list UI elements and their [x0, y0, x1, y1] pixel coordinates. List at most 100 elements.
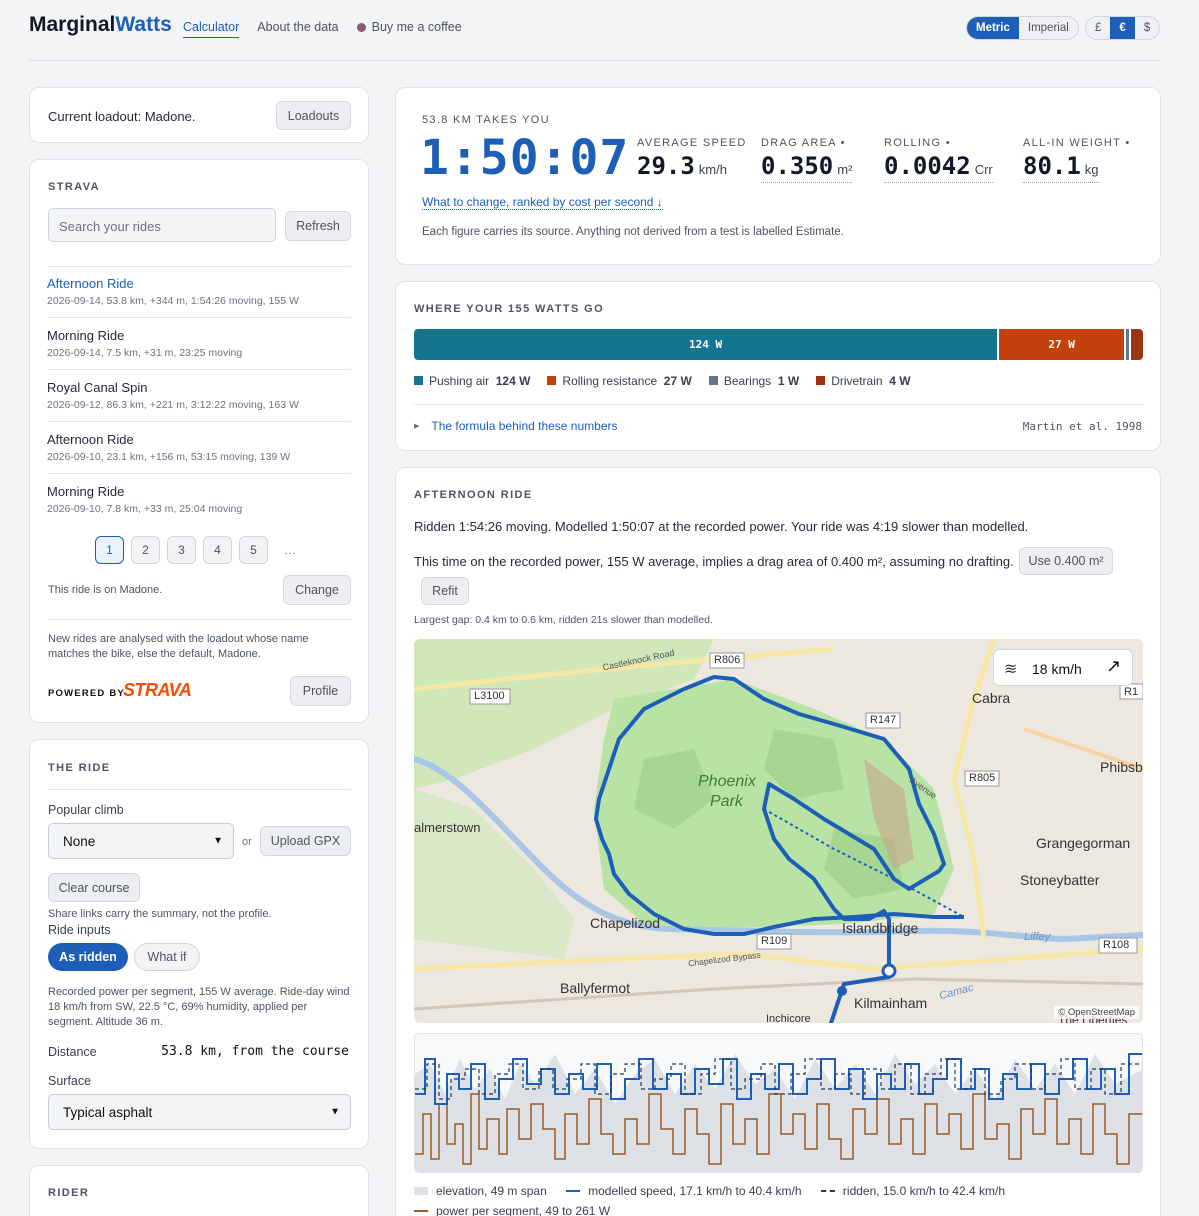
rolling-label: ROLLING •	[884, 137, 951, 149]
ride-list-item[interactable]: Afternoon Ride 2026-09-14, 53.8 km, +344…	[47, 276, 350, 307]
drag-area-value[interactable]: 0.350 m²	[761, 152, 853, 183]
strava-card: STRAVA Search your rides Refresh Afterno…	[29, 159, 369, 723]
currency-eur[interactable]: €	[1110, 17, 1135, 39]
ride-list-item[interactable]: Afternoon Ride 2026-09-10, 23.1 km, +156…	[47, 432, 350, 463]
loadout-card: Current loadout: Madone. Loadouts	[29, 87, 369, 143]
map-label: Cabra	[972, 690, 1011, 706]
map-label: Stoneybatter	[1020, 872, 1100, 888]
what-if-toggle[interactable]: What if	[134, 943, 200, 971]
use-drag-area-button[interactable]: Use 0.400 m²	[1019, 547, 1113, 575]
wind-speed: 18 km/h	[1032, 661, 1082, 677]
weight-value[interactable]: 80.1 kg	[1023, 152, 1099, 183]
watts-segment: 124 W	[414, 329, 998, 360]
drag-implication: This time on the recorded power, 155 W a…	[414, 554, 1014, 569]
map-attribution[interactable]: © OpenStreetMap	[1054, 1006, 1139, 1019]
formula-toggle[interactable]: ▶ The formula behind these numbers	[414, 419, 618, 433]
map-label: Islandbridge	[842, 920, 919, 936]
upload-gpx-button[interactable]: Upload GPX	[260, 826, 351, 856]
ride-heading: THE RIDE	[48, 762, 111, 774]
share-note: Share links carry the summary, not the p…	[48, 908, 272, 920]
page-2-button[interactable]: 2	[131, 536, 160, 564]
nav-calculator[interactable]: Calculator	[183, 20, 240, 38]
rider-heading: RIDER	[48, 1187, 90, 1199]
summary-card: 53.8 KM TAKES YOU 1:50:07 AVERAGE SPEED …	[395, 87, 1161, 265]
page-3-button[interactable]: 3	[167, 536, 196, 564]
map-label: Grangegorman	[1036, 835, 1131, 851]
page-4-button[interactable]: 4	[203, 536, 232, 564]
watts-card: WHERE YOUR 155 WATTS GO 124 W 27 W Pushin…	[395, 281, 1161, 451]
refresh-button[interactable]: Refresh	[285, 211, 351, 241]
map-label: Park	[710, 793, 743, 810]
climb-label: Popular climb	[48, 803, 124, 817]
ride-bike-note: This ride is on Madone.	[48, 584, 163, 596]
profile-svg	[415, 1053, 1142, 1172]
route-map[interactable]: Castleknock Road R806 L3100 Cabra R147 P…	[414, 639, 1143, 1023]
map-canvas	[414, 639, 1143, 1023]
unit-imperial[interactable]: Imperial	[1019, 17, 1078, 39]
coffee-icon	[356, 23, 366, 32]
ride-inputs-note: Recorded power per segment, 155 W averag…	[48, 986, 350, 1028]
legend-modelled-speed: modelled speed, 17.1 km/h to 40.4 km/h	[566, 1184, 802, 1198]
powered-by-label: POWERED BY	[48, 688, 125, 699]
currency-gbp[interactable]: £	[1086, 17, 1110, 39]
refit-button[interactable]: Refit	[421, 577, 469, 605]
ride-list-item[interactable]: Royal Canal Spin 2026-09-12, 86.3 km, +2…	[47, 380, 350, 411]
profile-button[interactable]: Profile	[290, 676, 351, 706]
unit-metric[interactable]: Metric	[967, 17, 1019, 39]
watts-segment: 27 W	[997, 329, 1125, 360]
total-time: 1:50:07	[420, 130, 630, 186]
unit-toggle: Metric Imperial	[966, 16, 1079, 40]
legend-item: Rolling resistance 27 W	[547, 374, 692, 388]
afternoon-ride-card: AFTERNOON RIDE Ridden 1:54:26 moving. Mo…	[395, 467, 1161, 1216]
nav-buy-coffee[interactable]: Buy me a coffee	[356, 20, 462, 38]
map-label: R108	[1103, 939, 1130, 951]
what-to-change-link[interactable]: What to change, ranked by cost per secon…	[422, 195, 663, 210]
currency-usd[interactable]: $	[1135, 17, 1159, 39]
page-5-button[interactable]: 5	[239, 536, 268, 564]
watts-segment	[1128, 329, 1143, 360]
climb-select[interactable]: None ▼	[48, 823, 234, 859]
ride-list-item[interactable]: Morning Ride 2026-09-14, 7.5 km, +31 m, …	[47, 328, 350, 359]
map-label: Ballyfermot	[560, 980, 631, 996]
ride-list-item[interactable]: Morning Ride 2026-09-10, 7.8 km, +33 m, …	[47, 484, 350, 515]
triangle-right-icon: ▶	[414, 423, 420, 430]
the-ride-card: THE RIDE Popular climb None ▼ or Upload G…	[29, 739, 369, 1149]
map-label: R147	[870, 714, 897, 726]
map-label: Phibsb	[1100, 759, 1143, 775]
strava-note: New rides are analysed with the loadout …	[48, 633, 309, 660]
surface-select[interactable]: Typical asphalt ▼	[48, 1094, 351, 1130]
speed-profile-chart	[414, 1033, 1143, 1173]
surface-label: Surface	[48, 1074, 92, 1088]
avg-speed-label: AVERAGE SPEED	[637, 137, 747, 149]
logo[interactable]: MarginalWatts	[29, 13, 172, 37]
drag-area-label: DRAG AREA •	[761, 137, 846, 149]
page-1-button[interactable]: 1	[95, 536, 124, 564]
ride-search-input[interactable]: Search your rides	[48, 208, 276, 242]
wind-direction-arrow-icon: ↗	[1106, 656, 1122, 676]
clear-course-button[interactable]: Clear course	[48, 873, 140, 902]
takes-you-label: 53.8 KM TAKES YOU	[422, 114, 550, 126]
watts-bar: 124 W 27 W	[414, 329, 1143, 360]
map-label: R805	[969, 772, 996, 784]
map-label: L3100	[474, 690, 505, 702]
legend-item: Pushing air 124 W	[414, 374, 530, 388]
legend-power: power per segment, 49 to 261 W	[414, 1204, 610, 1216]
citation: Martin et al. 1998	[1022, 420, 1142, 433]
map-label: Inchicore	[766, 1013, 811, 1023]
strava-heading: STRAVA	[48, 181, 100, 193]
change-bike-button[interactable]: Change	[283, 575, 351, 605]
as-ridden-toggle[interactable]: As ridden	[48, 943, 128, 971]
distance-label: Distance	[48, 1045, 97, 1059]
map-label: Liffey	[1024, 931, 1051, 943]
loadouts-button[interactable]: Loadouts	[276, 101, 351, 130]
legend-elevation: elevation, 49 m span	[414, 1184, 547, 1198]
afternoon-heading: AFTERNOON RIDE	[414, 489, 533, 501]
nav-about-data[interactable]: About the data	[257, 20, 338, 38]
map-label: almerstown	[414, 820, 481, 835]
rider-card: RIDER	[29, 1165, 369, 1216]
distance-value: 53.8 km, from the course	[161, 1044, 349, 1059]
map-label: Phoenix	[698, 773, 756, 790]
rolling-value[interactable]: 0.0042 Crr	[884, 152, 993, 183]
ride-comparison: Ridden 1:54:26 moving. Modelled 1:50:07 …	[414, 519, 1029, 534]
currency-toggle: £ € $	[1085, 16, 1161, 40]
